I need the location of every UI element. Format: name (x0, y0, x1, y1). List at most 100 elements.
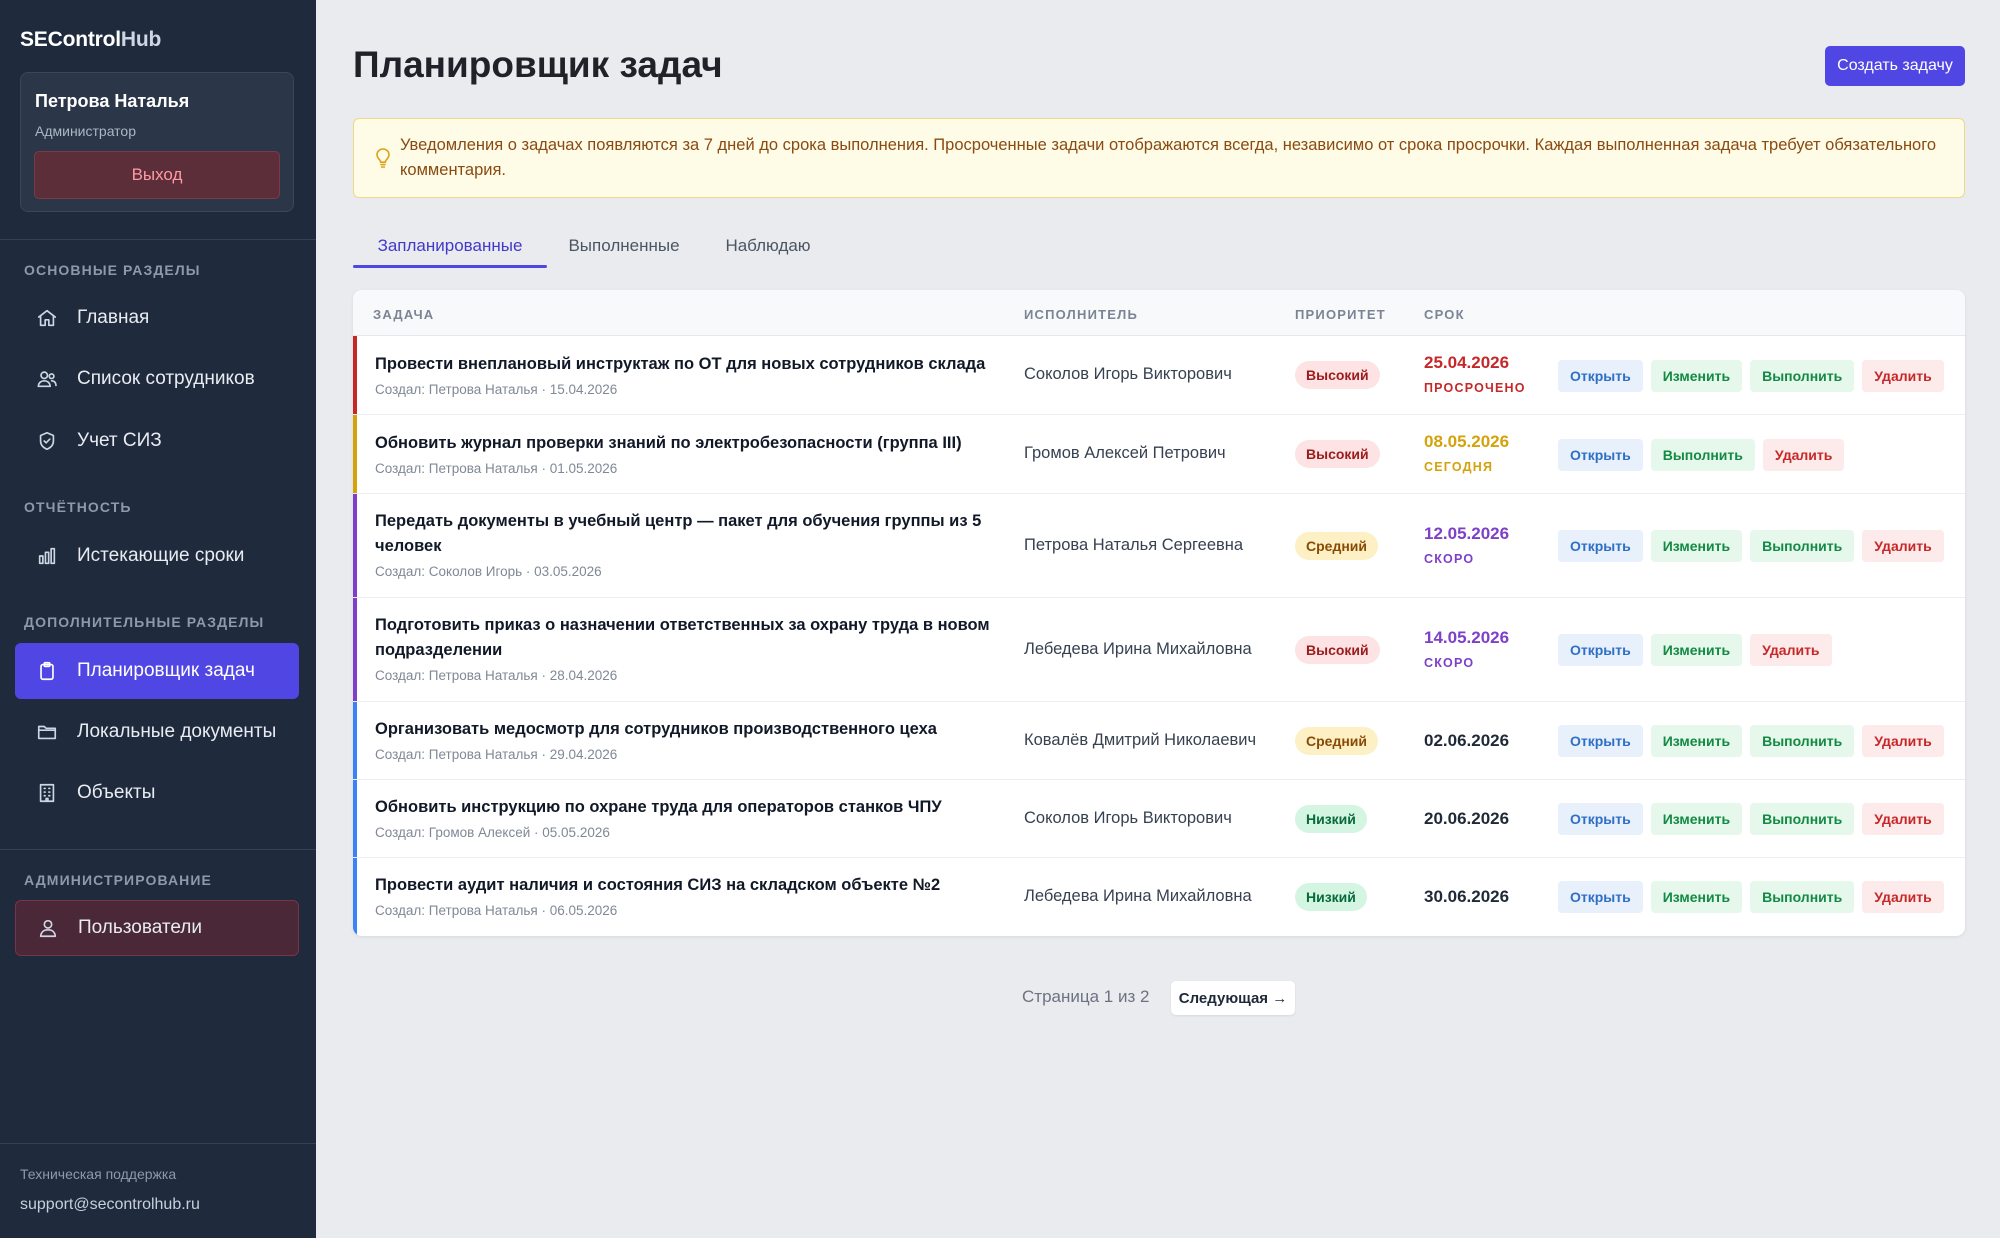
notice-text: Уведомления о задачах появляются за 7 дн… (400, 136, 1937, 179)
shield-check-icon (35, 429, 59, 453)
open-button[interactable]: Открыть (1558, 725, 1643, 757)
open-button[interactable]: Открыть (1558, 360, 1643, 392)
row-actions: Открыть Изменить Удалить (1558, 634, 1832, 666)
tab-planned[interactable]: Запланированные (353, 224, 547, 268)
task-assignee: Ковалёв Дмитрий Николаевич (1024, 731, 1257, 749)
complete-button[interactable]: Выполнить (1750, 360, 1855, 392)
table-row[interactable]: Подготовить приказ о назначении ответств… (353, 598, 1965, 702)
info-notice: Уведомления о задачах появляются за 7 дн… (353, 118, 1965, 198)
task-meta: Создал: Соколов Игорь · 03.05.2026 (375, 564, 602, 579)
sidebar-item-label: Объекты (77, 782, 156, 803)
logout-button[interactable]: Выход (34, 151, 280, 199)
task-title[interactable]: Обновить инструкцию по охране труда для … (375, 795, 995, 820)
task-assignee: Соколов Игорь Викторович (1024, 809, 1232, 827)
sidebar-item-employees[interactable]: Список сотрудников (15, 351, 299, 407)
table-row[interactable]: Обновить журнал проверки знаний по элект… (353, 415, 1965, 494)
complete-button[interactable]: Выполнить (1750, 881, 1855, 913)
task-due-date: 12.05.2026 (1424, 524, 1510, 543)
delete-button[interactable]: Удалить (1750, 634, 1832, 666)
delete-button[interactable]: Удалить (1862, 360, 1944, 392)
due-status: СЕГОДНЯ (1424, 460, 1494, 474)
row-actions: Открыть Изменить Выполнить Удалить (1558, 803, 1944, 835)
open-button[interactable]: Открыть (1558, 634, 1643, 666)
open-button[interactable]: Открыть (1558, 881, 1643, 913)
tasks-table: ЗАДАЧА ИСПОЛНИТЕЛЬ ПРИОРИТЕТ СРОК Провес… (353, 290, 1965, 936)
sidebar-item-local-docs[interactable]: Локальные документы (15, 704, 299, 760)
table-row[interactable]: Обновить инструкцию по охране труда для … (353, 780, 1965, 858)
sidebar-item-label: Учет СИЗ (77, 430, 162, 451)
section-title-admin: АДМИНИСТРИРОВАНИЕ (24, 872, 212, 888)
complete-button[interactable]: Выполнить (1750, 725, 1855, 757)
task-assignee: Громов Алексей Петрович (1024, 444, 1226, 462)
delete-button[interactable]: Удалить (1762, 439, 1845, 471)
task-assignee: Соколов Игорь Викторович (1024, 365, 1232, 383)
brand-logo[interactable]: SEControlHub (20, 28, 161, 52)
complete-button[interactable]: Выполнить (1650, 439, 1755, 471)
brand-part-1: SEControl (20, 28, 121, 51)
clipboard-icon (35, 659, 59, 683)
row-actions: Открыть Изменить Выполнить Удалить (1558, 881, 1944, 913)
sidebar-item-label: Локальные документы (77, 721, 277, 742)
open-button[interactable]: Открыть (1558, 439, 1643, 471)
active-tab-indicator (353, 265, 547, 268)
task-title[interactable]: Передать документы в учебный центр — пак… (375, 509, 995, 559)
sidebar-item-users[interactable]: Пользователи (15, 900, 299, 956)
table-row[interactable]: Провести внеплановый инструктаж по ОТ дл… (353, 336, 1965, 415)
task-title[interactable]: Подготовить приказ о назначении ответств… (375, 613, 995, 663)
edit-button[interactable]: Изменить (1650, 881, 1743, 913)
row-actions: Открыть Изменить Выполнить Удалить (1558, 725, 1944, 757)
home-icon (35, 306, 59, 330)
sidebar-item-label: Пользователи (78, 917, 203, 938)
building-icon (35, 781, 59, 805)
task-title[interactable]: Организовать медосмотр для сотрудников п… (375, 717, 995, 742)
tab-watching[interactable]: Наблюдаю (711, 224, 825, 268)
section-title-extra: ДОПОЛНИТЕЛЬНЫЕ РАЗДЕЛЫ (24, 614, 265, 630)
sidebar-item-objects[interactable]: Объекты (15, 765, 299, 821)
open-button[interactable]: Открыть (1558, 530, 1643, 562)
task-meta: Создал: Петрова Наталья · 15.04.2026 (375, 382, 618, 397)
bar-chart-icon (35, 544, 59, 568)
row-status-stripe (353, 336, 357, 414)
section-title-main: ОСНОВНЫЕ РАЗДЕЛЫ (24, 262, 201, 278)
table-row[interactable]: Организовать медосмотр для сотрудников п… (353, 702, 1965, 780)
delete-button[interactable]: Удалить (1862, 725, 1944, 757)
edit-button[interactable]: Изменить (1650, 530, 1743, 562)
delete-button[interactable]: Удалить (1862, 530, 1944, 562)
create-task-button[interactable]: Создать задачу (1825, 46, 1965, 86)
sidebar-divider (0, 239, 316, 240)
row-status-stripe (353, 494, 357, 597)
table-header: ЗАДАЧА ИСПОЛНИТЕЛЬ ПРИОРИТЕТ СРОК (353, 290, 1965, 336)
edit-button[interactable]: Изменить (1650, 634, 1743, 666)
sidebar-divider (0, 849, 316, 850)
next-page-button[interactable]: Следующая → (1171, 981, 1295, 1015)
row-status-stripe (353, 702, 357, 779)
complete-button[interactable]: Выполнить (1750, 530, 1855, 562)
table-row[interactable]: Передать документы в учебный центр — пак… (353, 494, 1965, 598)
task-title[interactable]: Провести аудит наличия и состояния СИЗ н… (375, 873, 995, 898)
column-header-assignee: ИСПОЛНИТЕЛЬ (1024, 307, 1138, 322)
delete-button[interactable]: Удалить (1862, 881, 1944, 913)
task-title[interactable]: Провести внеплановый инструктаж по ОТ дл… (375, 352, 995, 377)
sidebar-item-home[interactable]: Главная (15, 290, 299, 346)
delete-button[interactable]: Удалить (1862, 803, 1944, 835)
brand-part-2: Hub (120, 28, 162, 51)
open-button[interactable]: Открыть (1558, 803, 1643, 835)
sidebar-item-label: Главная (77, 307, 150, 328)
row-actions: Открыть Изменить Выполнить Удалить (1558, 360, 1944, 392)
tab-completed[interactable]: Выполненные (556, 224, 692, 268)
priority-badge: Низкий (1295, 883, 1367, 911)
edit-button[interactable]: Изменить (1650, 725, 1743, 757)
support-email-link[interactable]: support@secontrolhub.ru (20, 1196, 200, 1214)
user-role: Администратор (35, 123, 137, 139)
sidebar-item-planner[interactable]: Планировщик задач (15, 643, 299, 699)
priority-badge: Высокий (1295, 636, 1380, 664)
edit-button[interactable]: Изменить (1650, 360, 1743, 392)
row-status-stripe (353, 598, 357, 701)
task-due-date: 14.05.2026 (1424, 628, 1510, 647)
complete-button[interactable]: Выполнить (1750, 803, 1855, 835)
sidebar-item-expiring[interactable]: Истекающие сроки (15, 528, 299, 584)
sidebar-item-ppe[interactable]: Учет СИЗ (15, 413, 299, 469)
task-title[interactable]: Обновить журнал проверки знаний по элект… (375, 431, 995, 456)
edit-button[interactable]: Изменить (1650, 803, 1743, 835)
table-row[interactable]: Провести аудит наличия и состояния СИЗ н… (353, 858, 1965, 936)
